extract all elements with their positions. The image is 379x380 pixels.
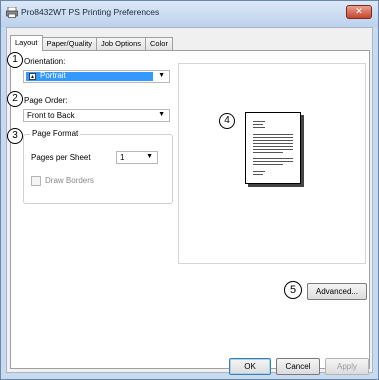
portrait-page-icon xyxy=(29,73,36,80)
page-format-group: Page Format Pages per Sheet 1 ▼ Draw Bor… xyxy=(23,129,173,204)
dialog-client: Layout Paper/Quality Job Options Color 1… xyxy=(6,27,373,375)
close-icon: ✕ xyxy=(355,7,363,17)
window-title: Pro8432WT PS Printing Preferences xyxy=(21,7,160,17)
pages-per-sheet-value: 1 xyxy=(120,153,125,162)
tab-layout[interactable]: Layout xyxy=(10,35,43,51)
page-order-dropdown[interactable]: Front to Back ▼ xyxy=(23,109,170,122)
tab-color[interactable]: Color xyxy=(145,37,173,50)
callout-marker-1: 1 xyxy=(7,52,23,68)
callout-marker-5: 5 xyxy=(284,281,302,299)
cancel-button[interactable]: Cancel xyxy=(276,358,320,375)
page-order-label: Page Order: xyxy=(24,96,68,105)
printer-icon xyxy=(6,7,18,18)
page-preview-icon xyxy=(245,112,301,184)
chevron-down-icon: ▼ xyxy=(158,72,165,79)
draw-borders-checkbox[interactable] xyxy=(31,176,41,186)
chevron-down-icon: ▼ xyxy=(158,111,165,118)
orientation-label: Orientation: xyxy=(24,57,66,66)
orientation-dropdown[interactable]: Portrait ▼ xyxy=(23,70,170,83)
callout-marker-2: 2 xyxy=(7,91,23,107)
apply-button[interactable]: Apply xyxy=(325,358,369,375)
tab-paper-quality[interactable]: Paper/Quality xyxy=(41,37,97,50)
page-format-title: Page Format xyxy=(30,129,81,138)
orientation-selection-highlight: Portrait xyxy=(26,71,153,81)
tab-job-options[interactable]: Job Options xyxy=(95,37,147,50)
chevron-down-icon: ▼ xyxy=(146,153,153,160)
page-order-value: Front to Back xyxy=(27,111,75,120)
layout-preview-area: 4 xyxy=(178,63,366,264)
layout-tab-panel: 1 Orientation: Portrait ▼ 2 Page Order: … xyxy=(7,50,370,369)
advanced-button[interactable]: Advanced... xyxy=(307,283,367,300)
callout-marker-4: 4 xyxy=(219,113,235,129)
orientation-value: Portrait xyxy=(40,71,66,80)
title-bar[interactable]: Pro8432WT PS Printing Preferences ✕ xyxy=(1,1,378,27)
pages-per-sheet-label: Pages per Sheet xyxy=(31,153,91,162)
draw-borders-label: Draw Borders xyxy=(45,176,94,185)
close-button[interactable]: ✕ xyxy=(346,5,372,19)
tab-strip: Layout Paper/Quality Job Options Color xyxy=(10,35,173,51)
printing-preferences-window: Pro8432WT PS Printing Preferences ✕ Layo… xyxy=(0,0,379,380)
pages-per-sheet-dropdown[interactable]: 1 ▼ xyxy=(116,151,158,164)
callout-marker-3: 3 xyxy=(7,128,23,144)
ok-button[interactable]: OK xyxy=(229,358,271,375)
